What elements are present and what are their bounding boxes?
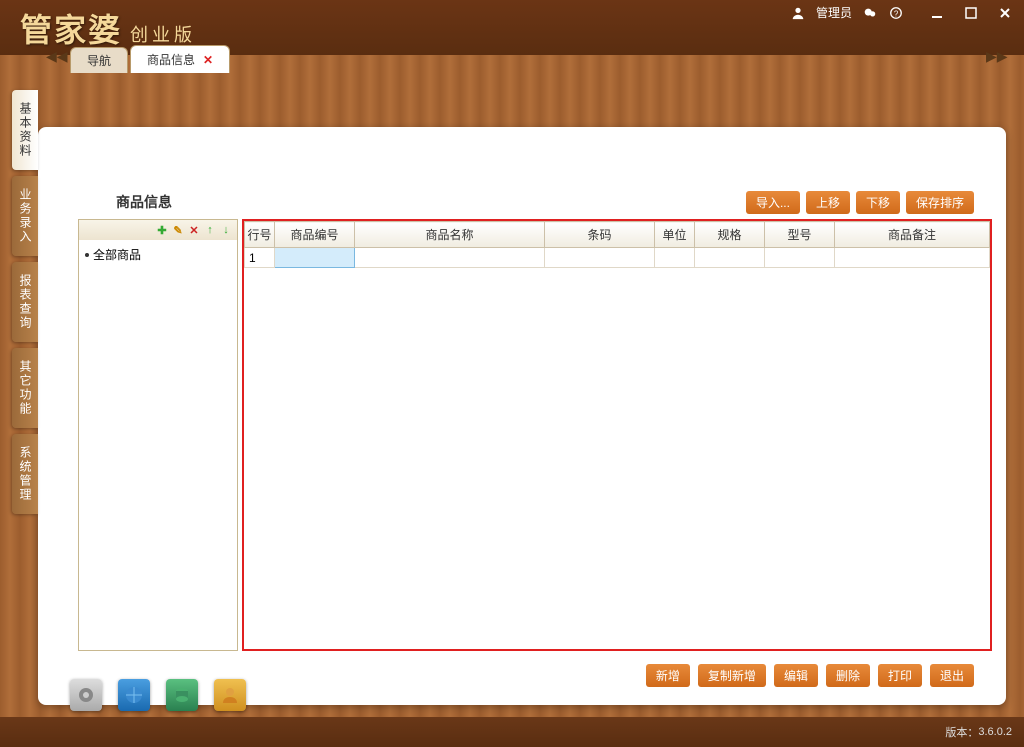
tab-nav-next[interactable]: ▶▶ bbox=[986, 48, 1006, 68]
cell-barcode[interactable] bbox=[545, 248, 655, 268]
version-value: 3.6.0.2 bbox=[978, 726, 1012, 738]
tree-node-label: 全部商品 bbox=[93, 246, 141, 263]
cell-unit[interactable] bbox=[655, 248, 695, 268]
col-unit[interactable]: 单位 bbox=[655, 222, 695, 248]
tree-edit-icon[interactable]: ✎ bbox=[171, 223, 185, 237]
wechat-icon[interactable] bbox=[862, 5, 878, 21]
sidetab-report-query[interactable]: 报表查询 bbox=[12, 262, 38, 342]
main-panel: 商品信息 导入... 上移 下移 保存排序 ✚ ✎ ✕ ↑ ↓ bbox=[38, 127, 1006, 705]
tab-nav-home[interactable]: 导航 bbox=[70, 47, 128, 73]
close-button[interactable] bbox=[994, 5, 1016, 21]
table-header-row: 行号 商品编号 商品名称 条码 单位 规格 型号 商品备注 bbox=[245, 222, 990, 248]
print-button[interactable]: 打印 bbox=[878, 664, 922, 687]
brand-main: 管家婆 bbox=[20, 5, 122, 51]
tab-product-info[interactable]: 商品信息 ✕ bbox=[130, 45, 230, 73]
tree-up-icon[interactable]: ↑ bbox=[203, 223, 217, 237]
import-button[interactable]: 导入... bbox=[746, 191, 800, 214]
product-table-panel: 行号 商品编号 商品名称 条码 单位 规格 型号 商品备注 bbox=[242, 219, 992, 651]
brand: 管家婆 创业版 bbox=[20, 5, 196, 51]
help-icon[interactable]: ? bbox=[888, 5, 904, 21]
exit-button[interactable]: 退出 bbox=[930, 664, 974, 687]
col-code[interactable]: 商品编号 bbox=[275, 222, 355, 248]
tab-strip: 导航 商品信息 ✕ bbox=[70, 45, 232, 73]
minimize-button[interactable] bbox=[926, 5, 948, 21]
tree-down-icon[interactable]: ↓ bbox=[219, 223, 233, 237]
col-spec[interactable]: 规格 bbox=[695, 222, 765, 248]
cell-rownum[interactable]: 1 bbox=[245, 248, 275, 268]
col-barcode[interactable]: 条码 bbox=[545, 222, 655, 248]
tree-add-icon[interactable]: ✚ bbox=[155, 223, 169, 237]
panel-title: 商品信息 bbox=[116, 192, 172, 212]
tree-body: 全部商品 bbox=[79, 240, 237, 650]
brand-sub: 创业版 bbox=[130, 21, 196, 47]
product-grid[interactable]: 行号 商品编号 商品名称 条码 单位 规格 型号 商品备注 bbox=[244, 221, 990, 268]
col-model[interactable]: 型号 bbox=[765, 222, 835, 248]
sidetab-system-management[interactable]: 系统管理 bbox=[12, 434, 38, 514]
taskbar-network-icon[interactable] bbox=[118, 679, 150, 711]
col-name[interactable]: 商品名称 bbox=[355, 222, 545, 248]
title-right-controls: 管理员 ? bbox=[790, 4, 1016, 21]
svg-text:?: ? bbox=[894, 9, 899, 18]
table-row[interactable]: 1 bbox=[245, 248, 990, 268]
cell-spec[interactable] bbox=[695, 248, 765, 268]
cell-name[interactable] bbox=[355, 248, 545, 268]
tab-label: 导航 bbox=[87, 52, 111, 69]
taskbar-database-icon[interactable] bbox=[166, 679, 198, 711]
user-label[interactable]: 管理员 bbox=[816, 4, 852, 21]
tree-root-node[interactable]: 全部商品 bbox=[83, 244, 233, 265]
category-tree-panel: ✚ ✎ ✕ ↑ ↓ 全部商品 bbox=[78, 219, 238, 651]
tree-delete-icon[interactable]: ✕ bbox=[187, 223, 201, 237]
edit-button[interactable]: 编辑 bbox=[774, 664, 818, 687]
version-label: 版本： bbox=[945, 724, 978, 740]
cell-code[interactable] bbox=[275, 248, 355, 268]
taskbar-settings-icon[interactable] bbox=[70, 679, 102, 711]
tab-nav-prev[interactable]: ◀◀ bbox=[46, 48, 66, 68]
sidetab-business-entry[interactable]: 业务录入 bbox=[12, 176, 38, 256]
status-bar: 版本： 3.6.0.2 bbox=[0, 717, 1024, 747]
add-button[interactable]: 新增 bbox=[646, 664, 690, 687]
moveup-button[interactable]: 上移 bbox=[806, 191, 850, 214]
movedown-button[interactable]: 下移 bbox=[856, 191, 900, 214]
delete-button[interactable]: 删除 bbox=[826, 664, 870, 687]
col-remark[interactable]: 商品备注 bbox=[835, 222, 990, 248]
sidetab-basic-info[interactable]: 基本资料 bbox=[12, 90, 38, 170]
saveorder-button[interactable]: 保存排序 bbox=[906, 191, 974, 214]
side-tabs: 基本资料 业务录入 报表查询 其它功能 系统管理 bbox=[12, 90, 38, 520]
col-rownum[interactable]: 行号 bbox=[245, 222, 275, 248]
cell-model[interactable] bbox=[765, 248, 835, 268]
taskbar-user-icon[interactable] bbox=[214, 679, 246, 711]
taskbar-icons bbox=[70, 679, 246, 711]
tree-bullet-icon bbox=[85, 253, 89, 257]
maximize-button[interactable] bbox=[960, 5, 982, 21]
tab-label: 商品信息 bbox=[147, 51, 195, 68]
bottom-button-row: 新增 复制新增 编辑 删除 打印 退出 bbox=[646, 664, 974, 687]
tree-toolbar: ✚ ✎ ✕ ↑ ↓ bbox=[79, 220, 237, 240]
copyadd-button[interactable]: 复制新增 bbox=[698, 664, 766, 687]
user-icon[interactable] bbox=[790, 5, 806, 21]
cell-remark[interactable] bbox=[835, 248, 990, 268]
tab-close-icon[interactable]: ✕ bbox=[203, 53, 213, 67]
sidetab-other-functions[interactable]: 其它功能 bbox=[12, 348, 38, 428]
workspace: 商品信息 导入... 上移 下移 保存排序 ✚ ✎ ✕ ↑ ↓ bbox=[0, 55, 1024, 717]
